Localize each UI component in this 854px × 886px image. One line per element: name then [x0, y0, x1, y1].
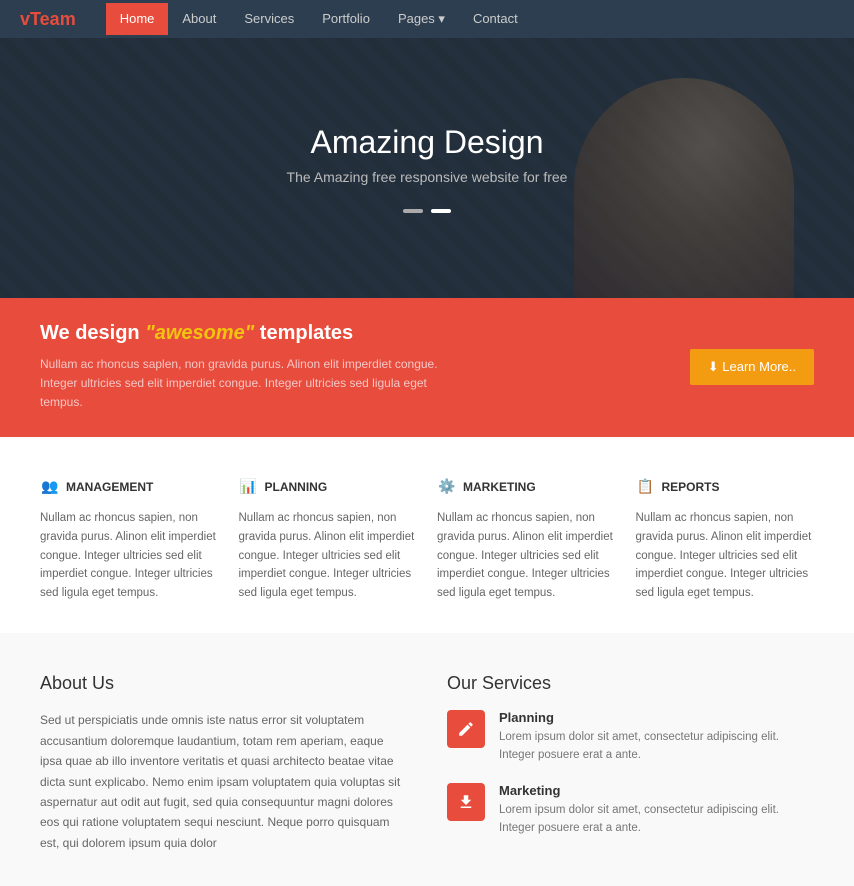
service-planning: Planning Lorem ipsum dolor sit amet, con…: [447, 710, 814, 765]
brand-team: Team: [30, 9, 76, 29]
about-services-section: About Us Sed ut perspiciatis unde omnis …: [0, 633, 854, 885]
service-marketing: Marketing Lorem ipsum dolor sit amet, co…: [447, 783, 814, 838]
hero-bg-decoration: [574, 78, 794, 298]
feature-marketing-title: ⚙️ MARKETING: [437, 477, 616, 497]
hero-section: Amazing Design The Amazing free responsi…: [0, 38, 854, 298]
features-section: 👥 MANAGEMENT Nullam ac rhoncus sapien, n…: [0, 437, 854, 634]
nav-contact[interactable]: Contact: [459, 3, 532, 35]
promo-banner: We design "awesome" templates Nullam ac …: [0, 298, 854, 437]
brand-logo[interactable]: vTeam: [20, 9, 76, 30]
feature-planning-text: Nullam ac rhoncus sapien, non gravida pu…: [239, 509, 418, 604]
download-icon: [457, 793, 475, 811]
marketing-icon: ⚙️: [437, 477, 457, 497]
brand-v: v: [20, 9, 30, 29]
banner-heading-start: We design: [40, 322, 145, 344]
feature-reports-title: 📋 REPORTS: [636, 477, 815, 497]
about-text: Sed ut perspiciatis unde omnis iste natu…: [40, 710, 407, 853]
nav-links: Home About Services Portfolio Pages ▾ Co…: [106, 3, 532, 35]
feature-reports: 📋 REPORTS Nullam ac rhoncus sapien, non …: [636, 477, 815, 604]
nav-home[interactable]: Home: [106, 3, 169, 35]
reports-icon: 📋: [636, 477, 656, 497]
services-column: Our Services Planning Lorem ipsum dolor …: [447, 673, 814, 855]
feature-management: 👥 MANAGEMENT Nullam ac rhoncus sapien, n…: [40, 477, 219, 604]
learn-more-button[interactable]: ⬇ Learn More..: [690, 349, 814, 385]
nav-portfolio[interactable]: Portfolio: [308, 3, 384, 35]
about-heading: About Us: [40, 673, 407, 694]
service-marketing-title: Marketing: [499, 783, 814, 798]
service-planning-text-block: Planning Lorem ipsum dolor sit amet, con…: [499, 710, 814, 765]
banner-body: Nullam ac rhoncus saplen, non gravida pu…: [40, 355, 440, 413]
hero-dot-1[interactable]: [403, 209, 423, 213]
hero-title: Amazing Design: [311, 124, 544, 161]
banner-heading-awesome: "awesome": [145, 322, 254, 344]
feature-marketing: ⚙️ MARKETING Nullam ac rhoncus sapien, n…: [437, 477, 616, 604]
feature-marketing-label: MARKETING: [463, 480, 536, 494]
feature-planning-label: PLANNING: [265, 480, 328, 494]
navbar: vTeam Home About Services Portfolio Page…: [0, 0, 854, 38]
feature-planning: 📊 PLANNING Nullam ac rhoncus sapien, non…: [239, 477, 418, 604]
nav-pages[interactable]: Pages ▾: [384, 3, 459, 35]
banner-text: We design "awesome" templates Nullam ac …: [40, 322, 660, 413]
edit-icon: [457, 720, 475, 738]
feature-marketing-text: Nullam ac rhoncus sapien, non gravida pu…: [437, 509, 616, 604]
service-planning-title: Planning: [499, 710, 814, 725]
service-planning-desc: Lorem ipsum dolor sit amet, consectetur …: [499, 729, 814, 765]
banner-heading: We design "awesome" templates: [40, 322, 660, 345]
feature-planning-title: 📊 PLANNING: [239, 477, 418, 497]
feature-management-text: Nullam ac rhoncus sapien, non gravida pu…: [40, 509, 219, 604]
nav-about[interactable]: About: [168, 3, 230, 35]
service-marketing-desc: Lorem ipsum dolor sit amet, consectetur …: [499, 802, 814, 838]
services-heading: Our Services: [447, 673, 814, 694]
hero-dots: [403, 209, 451, 213]
feature-management-title: 👥 MANAGEMENT: [40, 477, 219, 497]
nav-services[interactable]: Services: [230, 3, 308, 35]
service-marketing-icon-box: [447, 783, 485, 821]
feature-management-label: MANAGEMENT: [66, 480, 153, 494]
service-planning-icon-box: [447, 710, 485, 748]
planning-icon: 📊: [239, 477, 259, 497]
feature-reports-text: Nullam ac rhoncus sapien, non gravida pu…: [636, 509, 815, 604]
management-icon: 👥: [40, 477, 60, 497]
hero-dot-2[interactable]: [431, 209, 451, 213]
service-marketing-text-block: Marketing Lorem ipsum dolor sit amet, co…: [499, 783, 814, 838]
hero-subtitle: The Amazing free responsive website for …: [287, 169, 568, 185]
about-column: About Us Sed ut perspiciatis unde omnis …: [40, 673, 407, 855]
feature-reports-label: REPORTS: [662, 480, 720, 494]
banner-heading-end: templates: [254, 322, 353, 344]
